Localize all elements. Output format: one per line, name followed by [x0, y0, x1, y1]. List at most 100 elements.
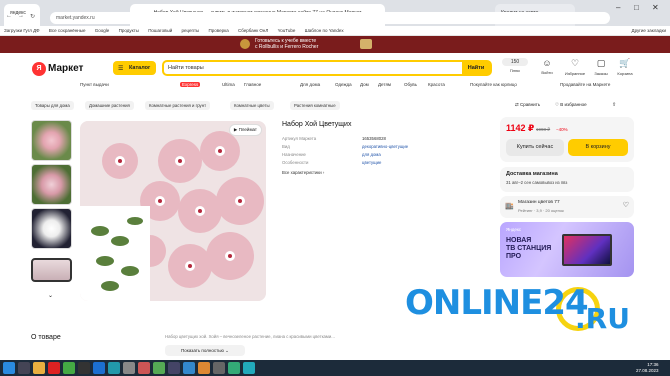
url-text: market.yandex.ru [56, 15, 95, 21]
close-icon[interactable]: ✕ [652, 3, 659, 12]
terminal-icon[interactable] [78, 362, 90, 374]
orders-button[interactable]: ▢ Заказы [588, 58, 614, 76]
all-specs-link[interactable]: Все характеристики › [282, 170, 422, 175]
search-icon[interactable] [18, 362, 30, 374]
app-icon[interactable] [213, 362, 225, 374]
bookmark[interactable]: Проверка [209, 28, 229, 33]
bookmark[interactable]: Другие закладки [632, 28, 666, 33]
promo-banner[interactable]: Готовьтесь к учебе вместе с Rollbullis и … [0, 36, 670, 53]
login-button[interactable]: ☺ Войти [534, 58, 560, 75]
old-price: 1998 ₽ [536, 127, 551, 132]
subnav: Пункт выдачи Express Ultima Главное Для … [0, 79, 670, 91]
cart-button[interactable]: 🛒 Корзина [612, 58, 638, 76]
add-to-cart-button[interactable]: В корзину [568, 139, 628, 156]
favorite-button[interactable]: ♡ В избранное [555, 102, 587, 108]
plus-button[interactable]: 150 Плюс [502, 58, 528, 73]
nav-house[interactable]: Дом [360, 82, 369, 87]
breadcrumb[interactable]: Растения комнатные [290, 101, 340, 110]
station-ad[interactable]: Яндекс НОВАЯ ТВ СТАНЦИЯ ПРО [500, 222, 634, 277]
product-main-image[interactable]: ▶ Плеймат [80, 121, 266, 301]
nav-main[interactable]: Главное [244, 82, 261, 87]
app-icon[interactable] [168, 362, 180, 374]
gallery-thumbnail[interactable] [31, 120, 72, 161]
nav-kids[interactable]: Детям [378, 82, 391, 87]
bookmark[interactable]: рецепты [182, 28, 200, 33]
app-icon[interactable] [108, 362, 120, 374]
bookmark[interactable]: Загрузки Гугл ДФ [4, 28, 40, 33]
spec-value[interactable]: цветущие [362, 160, 381, 165]
maximize-icon[interactable]: □ [634, 3, 639, 12]
breadcrumb[interactable]: Комнатные растения и грунт [145, 101, 211, 110]
hoya-flowers-image [80, 121, 266, 301]
search-button[interactable]: Найти [462, 62, 490, 74]
forward-icon[interactable]: → [18, 13, 24, 19]
address-bar[interactable]: market.yandex.ru [50, 12, 610, 24]
buy-now-button[interactable]: Купить сейчас [506, 139, 564, 156]
video-badge[interactable]: ▶ Плеймат [228, 124, 262, 136]
pickup-point[interactable]: Пункт выдачи [80, 82, 109, 87]
nav-sell[interactable]: Продавайте на Маркете [560, 82, 610, 87]
express-badge[interactable]: Express [180, 82, 201, 87]
compare-button[interactable]: ⇄ Сравнить [515, 102, 540, 108]
nav-shoes[interactable]: Обувь [404, 82, 417, 87]
spec-key: Вид [282, 144, 290, 149]
gallery-thumbnail[interactable] [31, 208, 72, 249]
shop-box[interactable]: 🏬 Магазин цветов 77 Рейтинг · 3,9 · 20 о… [500, 196, 634, 218]
watermark-logo: ONLINE24 [405, 283, 589, 323]
bookmark[interactable]: Шаблон по Yandex [305, 28, 344, 33]
reload-icon[interactable]: ↻ [30, 13, 35, 20]
app-icon[interactable] [153, 362, 165, 374]
breadcrumb[interactable]: Домашние растения [85, 101, 134, 110]
breadcrumb[interactable]: Комнатные цветы [230, 101, 274, 110]
heart-icon[interactable]: ♡ [623, 201, 629, 209]
nav-business[interactable]: Покупайте как юрлицо [470, 82, 517, 87]
ad-line2: ТВ СТАНЦИЯ [506, 245, 552, 252]
video-label: Плеймат [238, 127, 257, 132]
back-icon[interactable]: ← [6, 13, 12, 19]
share-icon[interactable]: ⇪ [612, 102, 616, 108]
shop-rating: Рейтинг · 3,9 · 20 оценок [518, 208, 564, 213]
chevron-down-icon[interactable]: ⌄ [48, 292, 53, 299]
clock[interactable]: 17:36 27.08.2023 [636, 362, 659, 374]
yandex-browser-icon[interactable] [48, 362, 60, 374]
bookmark[interactable]: Продукты [119, 28, 139, 33]
bookmark[interactable]: Google [95, 28, 110, 33]
explorer-icon[interactable] [33, 362, 45, 374]
about-text: Набор цветущих хой. Хойя – вечнозеленое … [165, 334, 335, 339]
app-icon[interactable] [123, 362, 135, 374]
spec-value[interactable]: для дома [362, 152, 381, 157]
minimize-icon[interactable]: – [616, 3, 620, 12]
nav-beauty[interactable]: Красота [428, 82, 445, 87]
app-icon[interactable] [63, 362, 75, 374]
bookmark[interactable]: Все сохранённые [49, 28, 86, 33]
ad-line1: НОВАЯ [506, 237, 532, 244]
app-icon[interactable] [138, 362, 150, 374]
nav-ultima[interactable]: Ultima [222, 82, 235, 87]
spec-row: Назначение для дома [282, 152, 422, 160]
search-input[interactable]: Найти товары [168, 65, 204, 71]
nav-clothes[interactable]: Одежда [335, 82, 352, 87]
search-bar[interactable]: Найти товары Найти [162, 60, 492, 76]
bookmark[interactable]: Сбербанк ОнЛ [238, 28, 268, 33]
show-all-button[interactable]: Показать полностью ⌄ [165, 345, 245, 356]
app-icon[interactable] [228, 362, 240, 374]
market-logo[interactable]: Маркет [48, 63, 83, 74]
bookmark[interactable]: YouTube [278, 28, 296, 33]
gallery-thumbnail-active[interactable] [31, 258, 72, 282]
gallery-thumbnail[interactable] [31, 164, 72, 205]
yandex-logo-icon[interactable]: Я [32, 62, 46, 76]
heart-icon: ♡ [570, 58, 580, 68]
windows-start-icon[interactable] [3, 362, 15, 374]
spec-value[interactable]: декоративно-цветущие [362, 144, 408, 149]
catalog-button[interactable]: ☰ Каталог [113, 61, 156, 75]
breadcrumb[interactable]: Товары для дома [31, 101, 74, 110]
app-icon[interactable] [198, 362, 210, 374]
favorites-button[interactable]: ♡ Избранное [562, 58, 588, 76]
show-all-label: Показать полностью [181, 348, 224, 353]
telegram-icon[interactable] [243, 362, 255, 374]
nav-home[interactable]: Для дома [300, 82, 320, 87]
app-icon[interactable] [183, 362, 195, 374]
app-icon[interactable] [93, 362, 105, 374]
bookmark[interactable]: Пошаговый [148, 28, 172, 33]
plus-badge: 150 [502, 58, 528, 66]
